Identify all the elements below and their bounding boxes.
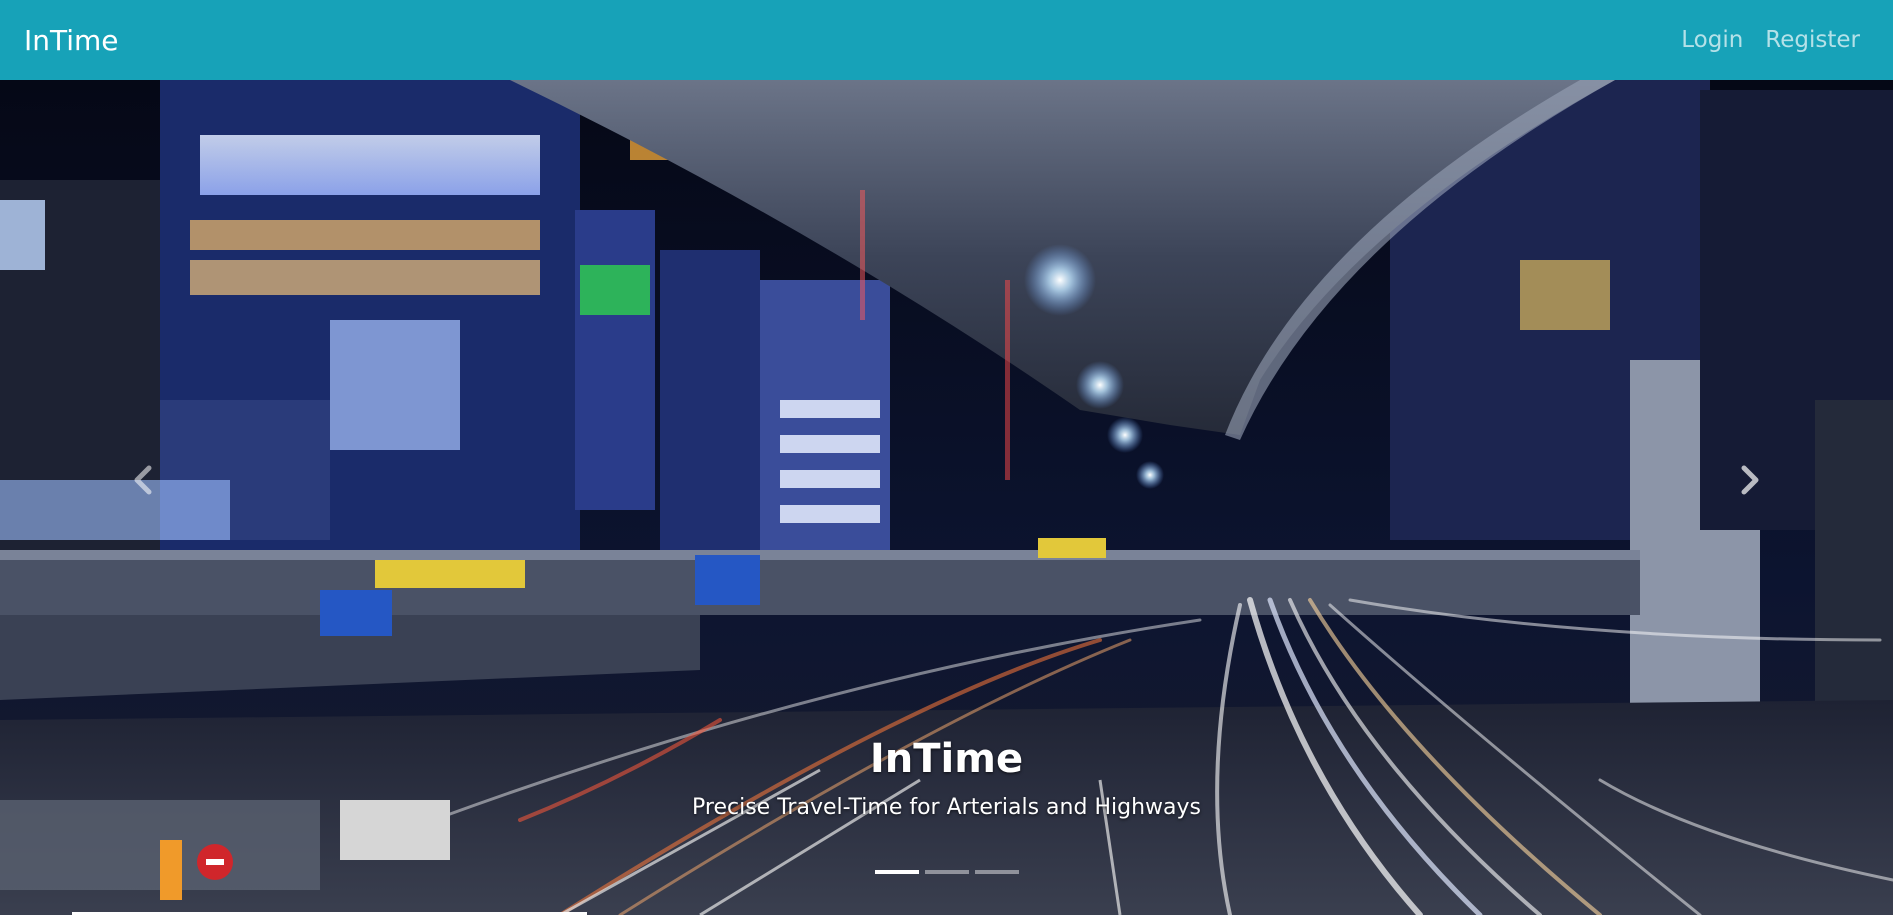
login-link[interactable]: Login <box>1681 27 1743 53</box>
chevron-right-icon <box>1741 465 1759 495</box>
caption-title: InTime <box>869 736 1024 782</box>
brand-link[interactable]: InTime <box>24 24 119 57</box>
caption-subtitle: Precise Travel-Time for Arterials and Hi… <box>692 795 1201 820</box>
carousel-indicator-2[interactable] <box>924 870 969 874</box>
top-navbar: InTime Login Register <box>0 0 1893 80</box>
carousel-caption: InTime Precise Travel-Time for Arterials… <box>0 735 1893 820</box>
hero-carousel: InTime Precise Travel-Time for Arterials… <box>0 80 1893 915</box>
carousel-indicators <box>0 870 1893 874</box>
carousel-prev-button[interactable] <box>113 450 173 510</box>
register-link[interactable]: Register <box>1765 27 1860 53</box>
carousel-next-button[interactable] <box>1720 450 1780 510</box>
carousel-indicator-3[interactable] <box>974 870 1019 874</box>
chevron-left-icon <box>134 465 152 495</box>
carousel-indicator-1[interactable] <box>874 870 919 874</box>
nav-links: Login Register <box>1681 27 1860 53</box>
